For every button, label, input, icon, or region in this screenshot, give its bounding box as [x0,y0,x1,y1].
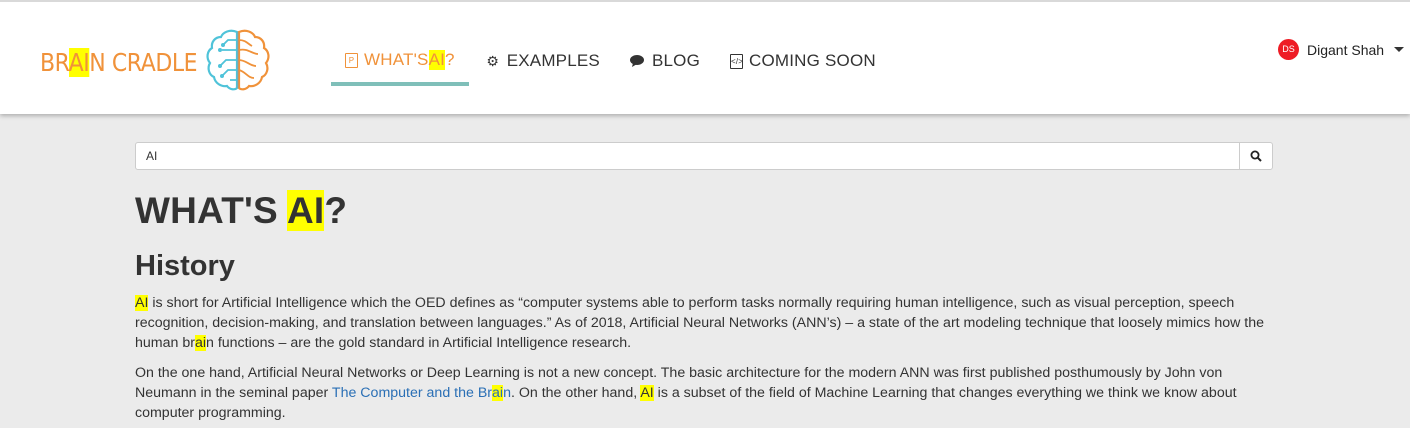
nav-item-blog[interactable]: BLOG [616,38,714,84]
link-text: n [503,385,511,401]
search-input[interactable] [136,143,1239,169]
search-button[interactable] [1239,143,1272,169]
caret-down-icon [1394,47,1405,52]
highlight-term: ai [194,335,206,351]
nav-label-blog: BLOG [651,51,700,70]
nav-label-pre: WHAT'S [364,50,429,69]
nav-label-highlight: AI [428,50,446,70]
link-text: The Computer and the Br [331,385,493,401]
paragraph-2: On the one hand, Artificial Neural Netwo… [135,363,1275,423]
nav-item-whats-ai[interactable]: P WHAT'S AI? [331,38,469,86]
document-icon: P [345,52,358,68]
brand-wordmark[interactable]: BRAIN CRADLE [40,48,198,77]
code-file-icon: </> [730,53,743,69]
avatar: DS [1278,39,1299,60]
cogs-icon: ⚙ [486,52,500,69]
nav-label-coming-soon: COMING SOON [749,51,876,70]
paragraph-text: n functions – are the gold standard in A… [205,335,632,351]
paper-link[interactable]: The Computer and the Brain [332,385,511,401]
paragraph-text: . On the other hand, [510,385,641,401]
highlight-term: AI [135,295,149,311]
page-title-highlight: AI [287,190,325,231]
user-menu[interactable]: DS Digant Shah [1278,39,1405,60]
user-name: Digant Shah [1307,41,1385,58]
nav-item-examples[interactable]: ⚙ EXAMPLES [471,38,614,84]
main-nav: P WHAT'S AI? ⚙ EXAMPLES BLOG </> COMING … [331,38,892,86]
page-title-post: ? [324,190,348,231]
brand-text-part1: BR [40,48,69,77]
section-heading: History [135,250,235,282]
highlight-term: ai [492,385,504,401]
nav-item-coming-soon[interactable]: </> COMING SOON [716,38,890,84]
highlight-term: AI [640,385,654,401]
nav-label-post: ? [445,50,455,69]
brand-text-highlight: AI [68,48,90,77]
page-title-pre: WHAT'S [135,190,288,231]
paragraph-1: AI is short for Artificial Intelligence … [135,293,1275,353]
brain-logo-icon[interactable] [204,26,272,94]
search-icon [1250,150,1262,162]
page-title: WHAT'S AI? [135,190,347,232]
nav-label-examples: EXAMPLES [506,51,600,70]
brand-text-part2: N CRADLE [89,48,198,77]
top-navbar: BRAIN CRADLE P WHAT'S AI? ⚙ EXAMPLES BLO… [0,0,1410,114]
comments-icon [629,55,644,67]
search-bar [135,142,1273,170]
